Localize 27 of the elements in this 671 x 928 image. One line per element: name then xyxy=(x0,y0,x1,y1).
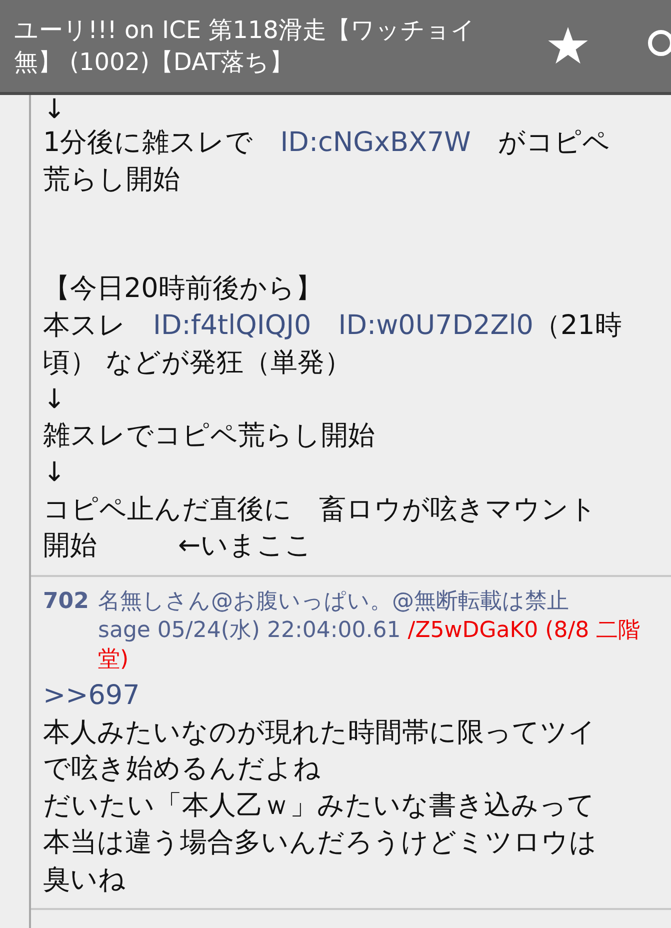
post-number[interactable]: 702 xyxy=(43,587,98,674)
post-text: 1分後に雑スレで xyxy=(43,127,254,158)
id-link[interactable]: ID:w0U7D2Zl0 xyxy=(338,310,534,342)
post-text: 本スレ xyxy=(43,310,127,342)
post-text: がコピペ xyxy=(496,127,610,158)
post-text: で呟き始めるんだよね xyxy=(43,753,321,784)
post-text: コピペ止んだ直後に 畜ロウが呟きマウント xyxy=(43,494,597,525)
post-text: （21時 xyxy=(533,310,622,342)
post-text: だいたい「本人乙ｗ」みたいな書き込みって xyxy=(43,790,595,822)
post-text: 頃） などが発狂（単発） xyxy=(43,346,352,378)
post-text: 臭いね xyxy=(43,864,126,895)
post-text: ↓ xyxy=(43,456,66,488)
post-text: ↓ xyxy=(43,94,66,125)
post-info: sage 05/24(水) 22:04:00.61 /Z5wDGaK0 (8/8 二階堂) xyxy=(98,617,642,674)
star-icon[interactable] xyxy=(548,27,588,65)
reply-link[interactable]: >>697 xyxy=(43,680,140,712)
post-text: 荒らし開始 xyxy=(43,164,180,195)
post-text: 雑スレでコピペ荒らし開始 xyxy=(43,420,375,452)
thread-title: ユーリ!!! on ICE 第118滑走【ワッチョイ無】 (1002)【DAT落ち】 xyxy=(13,15,476,78)
post-text: ↓ xyxy=(43,384,66,415)
id-link[interactable]: ID:cNGxBX7W xyxy=(280,127,471,158)
post-text: 開始 ←いまここ xyxy=(43,530,313,562)
post-text: 本当は違う場合多いんだろうけどミツロウは xyxy=(43,826,597,858)
post-text: 本人みたいなのが現れた時間帯に限ってツイ xyxy=(43,716,596,748)
poster-name: 名無しさん@お腹いっぱい。@無断転載は禁止 xyxy=(98,588,570,616)
post-text: 【今日20時前後から】 xyxy=(43,273,322,304)
id-link[interactable]: ID:f4tlQIQJ0 xyxy=(153,310,338,342)
